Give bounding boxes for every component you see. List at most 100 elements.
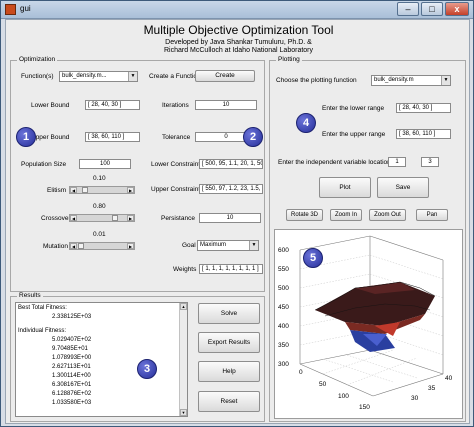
zoom-in-button[interactable]: Zoom In: [330, 209, 362, 221]
goal-select[interactable]: Maximum ▼: [197, 240, 259, 251]
y-tick-label: 30: [411, 395, 419, 402]
callout-badge-5: 5: [303, 248, 323, 268]
elitism-label: Elitism: [47, 187, 67, 194]
mutation-label: Mutation: [43, 243, 68, 250]
results-scrollbar[interactable]: ▲ ▼: [179, 303, 187, 416]
slider-left-arrow-icon[interactable]: ◀: [70, 215, 77, 221]
iterations-field[interactable]: 10: [195, 100, 257, 110]
matlab-app-icon: [5, 4, 16, 15]
lower-bound-field[interactable]: [ 28, 40, 30 ]: [85, 100, 140, 110]
plot-button[interactable]: Plot: [319, 177, 371, 198]
rotate-3d-button[interactable]: Rotate 3D: [286, 209, 323, 221]
optimization-panel-label: Optimization: [17, 56, 58, 63]
pan-button[interactable]: Pan: [416, 209, 448, 221]
solve-button[interactable]: Solve: [198, 303, 260, 324]
lower-bound-label: Lower Bound: [31, 102, 70, 109]
functions-select-value: bulk_density.m...: [62, 73, 107, 79]
app-window: gui – □ x Multiple Objective Optimizatio…: [0, 0, 474, 427]
z-tick-label: 400: [278, 323, 289, 330]
functions-label: Function(s): [21, 73, 54, 80]
create-function-button[interactable]: Create: [195, 70, 255, 82]
y-tick-label: 40: [445, 375, 453, 382]
crossover-slider[interactable]: ◀ ▶: [69, 214, 135, 222]
chevron-down-icon: ▼: [249, 241, 258, 250]
upper-range-field[interactable]: [ 38, 60, 110 ]: [396, 129, 451, 139]
mutation-value: 0.01: [93, 231, 106, 238]
upper-range-label: Enter the upper range: [322, 131, 386, 138]
help-button[interactable]: Help: [198, 361, 260, 382]
individual-fitness-value: 6.308167E+01: [52, 382, 92, 388]
save-plot-button[interactable]: Save: [377, 177, 429, 198]
x-tick-label: 50: [319, 381, 327, 388]
results-output[interactable]: Best Total Fitness: 2.338125E+03 Individ…: [15, 302, 188, 417]
independent-variable-2-field[interactable]: 3: [421, 157, 439, 167]
individual-fitness-value: 9.70485E+01: [52, 346, 88, 352]
window-title: gui: [20, 4, 31, 13]
plotting-panel-label: Plotting: [276, 56, 302, 63]
create-function-label: Create a Function: [149, 73, 201, 80]
weights-field[interactable]: [ 1, 1, 1, 1, 1, 1, 1, 1 ]: [199, 264, 263, 274]
individual-fitness-value: 2.627113E+01: [52, 364, 91, 370]
population-size-field[interactable]: 100: [79, 159, 131, 169]
credits-line-1: Developed by Java Shankar Tumuluru, Ph.D…: [165, 39, 312, 46]
population-size-label: Population Size: [21, 161, 67, 168]
individual-fitness-value: 6.128876E+02: [52, 391, 92, 397]
gui-client-area: Multiple Objective Optimization Tool Dev…: [5, 19, 470, 424]
x-tick-label: 0: [299, 369, 303, 376]
callout-badge-4: 4: [296, 113, 316, 133]
scroll-down-arrow-icon[interactable]: ▼: [180, 409, 187, 416]
crossover-label: Crossover: [41, 215, 71, 222]
individual-fitness-label: Individual Fitness:: [18, 328, 67, 334]
maximize-button[interactable]: □: [421, 2, 443, 16]
minimize-button[interactable]: –: [397, 2, 419, 16]
close-button[interactable]: x: [445, 2, 469, 16]
lower-constraint-field[interactable]: [ 500, 95, 1.1, 20, 1, 50, 6: [199, 159, 263, 169]
independent-variables-label: Enter the independent variable locations: [278, 159, 394, 166]
plot-function-select[interactable]: bulk_density.m ▼: [371, 75, 451, 86]
x-tick-label: 100: [338, 393, 349, 400]
best-fitness-label: Best Total Fitness:: [18, 305, 67, 311]
z-tick-label: 550: [278, 266, 289, 273]
elitism-slider-thumb[interactable]: [82, 187, 88, 193]
independent-variable-1-field[interactable]: 1: [388, 157, 406, 167]
scroll-up-arrow-icon[interactable]: ▲: [180, 303, 187, 310]
z-tick-label: 350: [278, 342, 289, 349]
z-tick-label: 600: [278, 247, 289, 254]
upper-bound-field[interactable]: [ 38, 60, 110 ]: [85, 132, 140, 142]
chevron-down-icon: ▼: [128, 72, 137, 81]
y-tick-label: 35: [428, 385, 436, 392]
slider-left-arrow-icon[interactable]: ◀: [70, 243, 77, 249]
optimization-panel: Optimization Function(s) bulk_density.m.…: [10, 56, 265, 292]
persistance-field[interactable]: 10: [199, 213, 261, 223]
export-results-button[interactable]: Export Results: [198, 332, 260, 353]
y-axis-ticks: 30 35 40: [411, 375, 453, 402]
weights-label: Weights: [173, 266, 197, 273]
zoom-out-button[interactable]: Zoom Out: [369, 209, 406, 221]
elitism-slider[interactable]: ◀ ▶: [69, 186, 135, 194]
crossover-slider-thumb[interactable]: [112, 215, 118, 221]
x-tick-label: 150: [359, 404, 370, 411]
individual-fitness-value: 5.029407E+02: [52, 337, 92, 343]
slider-right-arrow-icon[interactable]: ▶: [127, 215, 134, 221]
slider-right-arrow-icon[interactable]: ▶: [127, 187, 134, 193]
lower-range-label: Enter the lower range: [322, 105, 385, 112]
individual-fitness-value: 1.300114E+00: [52, 373, 91, 379]
individual-fitness-value: 1.033580E+03: [52, 400, 92, 406]
results-panel: Results Best Total Fitness: 2.338125E+03…: [10, 292, 265, 422]
credits-line-2: Richard McCulloch at Idaho National Labo…: [163, 47, 314, 54]
results-panel-label: Results: [17, 292, 43, 299]
reset-button[interactable]: Reset: [198, 391, 260, 412]
mutation-slider[interactable]: ◀ ▶: [69, 242, 135, 250]
slider-right-arrow-icon[interactable]: ▶: [127, 243, 134, 249]
best-fitness-value: 2.338125E+03: [52, 314, 92, 320]
individual-fitness-value: 1.078993E+00: [52, 355, 92, 361]
functions-select[interactable]: bulk_density.m... ▼: [59, 71, 138, 82]
iterations-label: Iterations: [162, 102, 189, 109]
slider-left-arrow-icon[interactable]: ◀: [70, 187, 77, 193]
surface-plot-area[interactable]: 600 550 500 450 400 350 300 0 50 100 150: [274, 229, 463, 419]
lower-range-field[interactable]: [ 28, 40, 30 ]: [396, 103, 451, 113]
z-tick-label: 500: [278, 285, 289, 292]
surface-mesh: [314, 281, 436, 352]
mutation-slider-thumb[interactable]: [78, 243, 84, 249]
upper-constraint-field[interactable]: [ 550, 97, 1.2, 23, 1.5, 70: [199, 184, 263, 194]
